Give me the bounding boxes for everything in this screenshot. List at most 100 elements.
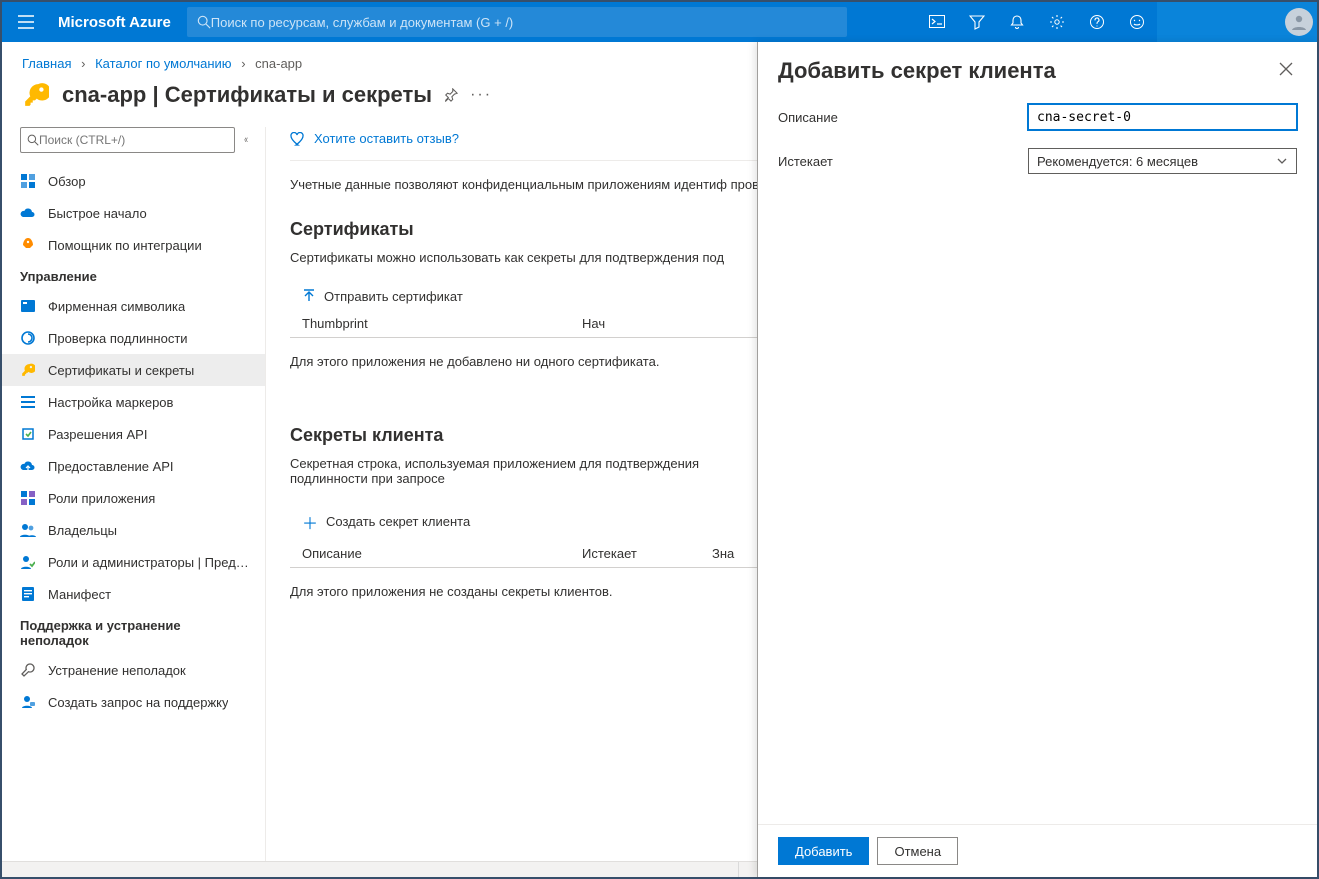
- panel-close-button[interactable]: [1275, 58, 1297, 80]
- rocket-icon: [20, 237, 36, 253]
- sidebar-item-branding[interactable]: Фирменная символика: [2, 290, 265, 322]
- hamburger-menu[interactable]: [2, 2, 50, 42]
- sidebar-item-quickstart[interactable]: Быстрое начало: [2, 197, 265, 229]
- breadcrumb-link-directory[interactable]: Каталог по умолчанию: [95, 56, 231, 71]
- label-expires: Истекает: [778, 154, 1028, 169]
- breadcrumb-current: cna-app: [255, 56, 302, 71]
- sidebar-item-label: Фирменная символика: [48, 299, 185, 314]
- sidebar-item-label: Разрешения API: [48, 427, 147, 442]
- sidebar-item-troubleshoot[interactable]: Устранение неполадок: [2, 654, 265, 686]
- app-roles-icon: [20, 490, 36, 506]
- collapse-sidebar-button[interactable]: «: [244, 134, 248, 146]
- horizontal-scrollbar[interactable]: [2, 861, 757, 877]
- sidebar-item-label: Проверка подлинности: [48, 331, 188, 346]
- sidebar-section-manage: Управление: [2, 261, 265, 290]
- gear-icon: [1049, 14, 1065, 30]
- topbar-actions: [917, 2, 1317, 42]
- label-description: Описание: [778, 110, 1028, 125]
- sidebar-item-label: Настройка маркеров: [48, 395, 173, 410]
- sidebar: « Обзор Быстрое начало Помощник по интег…: [2, 127, 265, 877]
- close-icon: [1279, 62, 1293, 76]
- admin-icon: [20, 554, 36, 570]
- column-start: Нач: [582, 316, 605, 331]
- filter-icon: [969, 14, 985, 30]
- bell-icon: [1009, 14, 1025, 30]
- sidebar-item-authentication[interactable]: Проверка подлинности: [2, 322, 265, 354]
- sidebar-search-input[interactable]: [39, 133, 228, 147]
- sidebar-item-label: Помощник по интеграции: [48, 238, 202, 253]
- branding-icon: [20, 298, 36, 314]
- search-icon: [27, 134, 39, 146]
- sidebar-item-api-permissions[interactable]: Разрешения API: [2, 418, 265, 450]
- add-secret-panel: Добавить секрет клиента Описание Истекае…: [757, 42, 1317, 877]
- feedback-button[interactable]: [1117, 2, 1157, 42]
- sidebar-item-manifest[interactable]: Манифест: [2, 578, 265, 610]
- settings-button[interactable]: [1037, 2, 1077, 42]
- add-button[interactable]: Добавить: [778, 837, 869, 865]
- person-icon: [1290, 13, 1308, 31]
- chevron-right-icon: ›: [241, 56, 245, 71]
- support-icon: [20, 694, 36, 710]
- description-input[interactable]: [1028, 104, 1297, 130]
- directory-filter-button[interactable]: [957, 2, 997, 42]
- help-button[interactable]: [1077, 2, 1117, 42]
- expose-api-icon: [20, 458, 36, 474]
- column-description: Описание: [302, 546, 582, 561]
- sidebar-item-label: Сертификаты и секреты: [48, 363, 194, 378]
- sidebar-item-label: Обзор: [48, 174, 86, 189]
- topbar: Microsoft Azure: [2, 2, 1317, 42]
- feedback-text: Хотите оставить отзыв?: [314, 131, 459, 146]
- cloud-shell-button[interactable]: [917, 2, 957, 42]
- sidebar-item-app-roles[interactable]: Роли приложения: [2, 482, 265, 514]
- chevron-right-icon: ›: [81, 56, 85, 71]
- column-thumbprint: Thumbprint: [302, 316, 582, 331]
- sidebar-item-label: Создать запрос на поддержку: [48, 695, 228, 710]
- smiley-icon: [1129, 14, 1145, 30]
- expires-value: Рекомендуется: 6 месяцев: [1037, 154, 1198, 169]
- sidebar-item-certificates[interactable]: Сертификаты и секреты: [2, 354, 265, 386]
- notifications-button[interactable]: [997, 2, 1037, 42]
- expires-select[interactable]: Рекомендуется: 6 месяцев: [1028, 148, 1297, 174]
- sidebar-item-label: Предоставление API: [48, 459, 174, 474]
- sidebar-item-label: Роли и администраторы | Предва...: [48, 555, 249, 570]
- sidebar-item-integration[interactable]: Помощник по интеграции: [2, 229, 265, 261]
- upload-icon: [302, 289, 316, 303]
- sidebar-item-label: Роли приложения: [48, 491, 155, 506]
- cancel-button[interactable]: Отмена: [877, 837, 958, 865]
- sidebar-item-support-request[interactable]: Создать запрос на поддержку: [2, 686, 265, 718]
- sidebar-item-label: Владельцы: [48, 523, 117, 538]
- account-block[interactable]: [1157, 2, 1317, 42]
- owners-icon: [20, 522, 36, 538]
- global-search[interactable]: [187, 7, 847, 37]
- sidebar-item-label: Манифест: [48, 587, 111, 602]
- more-actions-button[interactable]: ···: [470, 86, 492, 104]
- plus-icon: ＋: [302, 510, 318, 534]
- manifest-icon: [20, 586, 36, 602]
- client-secrets-description: Секретная строка, используемая приложени…: [290, 456, 710, 486]
- breadcrumb-link-home[interactable]: Главная: [22, 56, 71, 71]
- token-icon: [20, 394, 36, 410]
- sidebar-item-token-config[interactable]: Настройка маркеров: [2, 386, 265, 418]
- hamburger-icon: [18, 15, 34, 29]
- pin-button[interactable]: [444, 88, 458, 102]
- global-search-input[interactable]: [211, 15, 837, 30]
- help-icon: [1089, 14, 1105, 30]
- column-value: Зна: [712, 546, 734, 561]
- sidebar-item-label: Быстрое начало: [48, 206, 147, 221]
- search-icon: [197, 15, 211, 29]
- sidebar-item-expose-api[interactable]: Предоставление API: [2, 450, 265, 482]
- sidebar-search[interactable]: [20, 127, 235, 153]
- sidebar-item-label: Устранение неполадок: [48, 663, 186, 678]
- page-body: Главная › Каталог по умолчанию › cna-app…: [2, 42, 1317, 877]
- sidebar-item-roles-admins[interactable]: Роли и администраторы | Предва...: [2, 546, 265, 578]
- upload-certificate-label: Отправить сертификат: [324, 289, 463, 304]
- sidebar-item-overview[interactable]: Обзор: [2, 165, 265, 197]
- heart-icon: [290, 132, 306, 146]
- key-icon: [22, 81, 50, 109]
- sidebar-item-owners[interactable]: Владельцы: [2, 514, 265, 546]
- avatar: [1285, 8, 1313, 36]
- cloud-shell-icon: [929, 15, 945, 29]
- wrench-icon: [20, 662, 36, 678]
- brand-label[interactable]: Microsoft Azure: [50, 14, 187, 31]
- auth-icon: [20, 330, 36, 346]
